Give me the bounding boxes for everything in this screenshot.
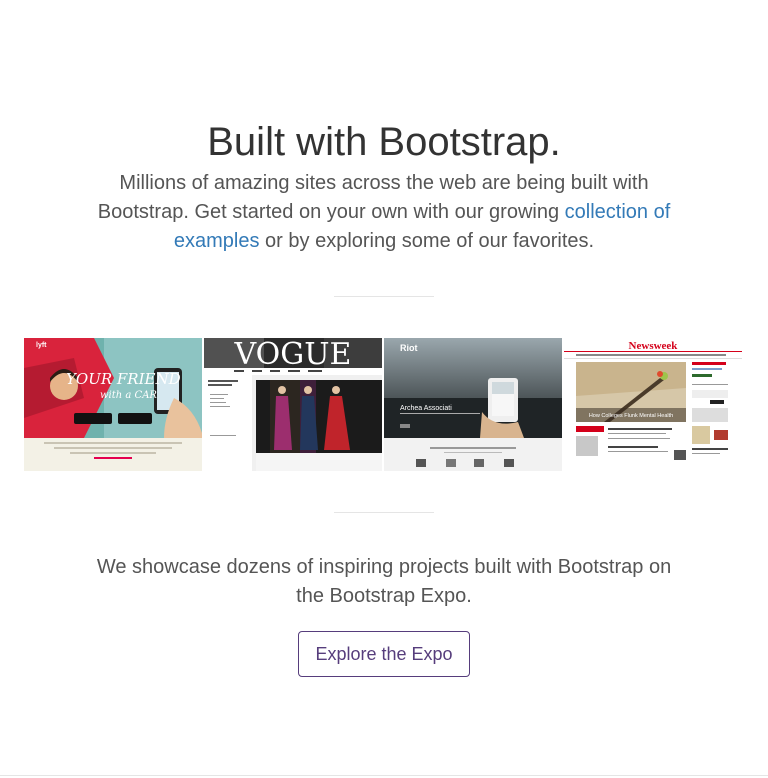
showcase-text: We showcase dozens of inspiring projects…: [96, 556, 672, 607]
showcase-riot[interactable]: Riot Archea Associati: [384, 338, 562, 471]
riot-screenshot: Riot Archea Associati: [384, 338, 562, 471]
lead-text-after: or by exploring some of our favorites.: [259, 230, 595, 252]
footer-divider: [0, 775, 768, 776]
riot-caption: Archea Associati: [400, 405, 452, 412]
bootstrap-showcase-section: Built with Bootstrap. Millions of amazin…: [0, 0, 768, 778]
section-lead: Millions of amazing sites across the web…: [84, 169, 684, 256]
vogue-screenshot: VOGUE: [204, 338, 382, 471]
section-title: Built with Bootstrap.: [207, 120, 561, 164]
showcase-newsweek[interactable]: Newsweek How Colleges Flunk Mental Healt…: [564, 338, 742, 471]
showcase-gallery: lyft YOUR FRIEND with a CAR VOGUE Riot A…: [24, 338, 744, 471]
explore-expo-button[interactable]: Explore the Expo: [298, 631, 470, 677]
newsweek-caption: How Colleges Flunk Mental Health: [589, 413, 673, 419]
newsweek-logo: Newsweek: [629, 340, 679, 352]
riot-logo: Riot: [400, 343, 418, 353]
lyft-screenshot: lyft YOUR FRIEND with a CAR: [24, 338, 202, 471]
lyft-headline-1: YOUR FRIEND: [66, 370, 181, 388]
vogue-logo: VOGUE: [234, 338, 352, 372]
showcase-vogue[interactable]: VOGUE: [204, 338, 382, 471]
showcase-lyft[interactable]: lyft YOUR FRIEND with a CAR: [24, 338, 202, 471]
divider-bottom: [334, 512, 434, 513]
divider-top: [334, 296, 434, 297]
newsweek-screenshot: Newsweek How Colleges Flunk Mental Healt…: [564, 338, 742, 471]
lyft-logo: lyft: [36, 342, 47, 349]
lyft-headline-2: with a CAR: [100, 390, 157, 401]
